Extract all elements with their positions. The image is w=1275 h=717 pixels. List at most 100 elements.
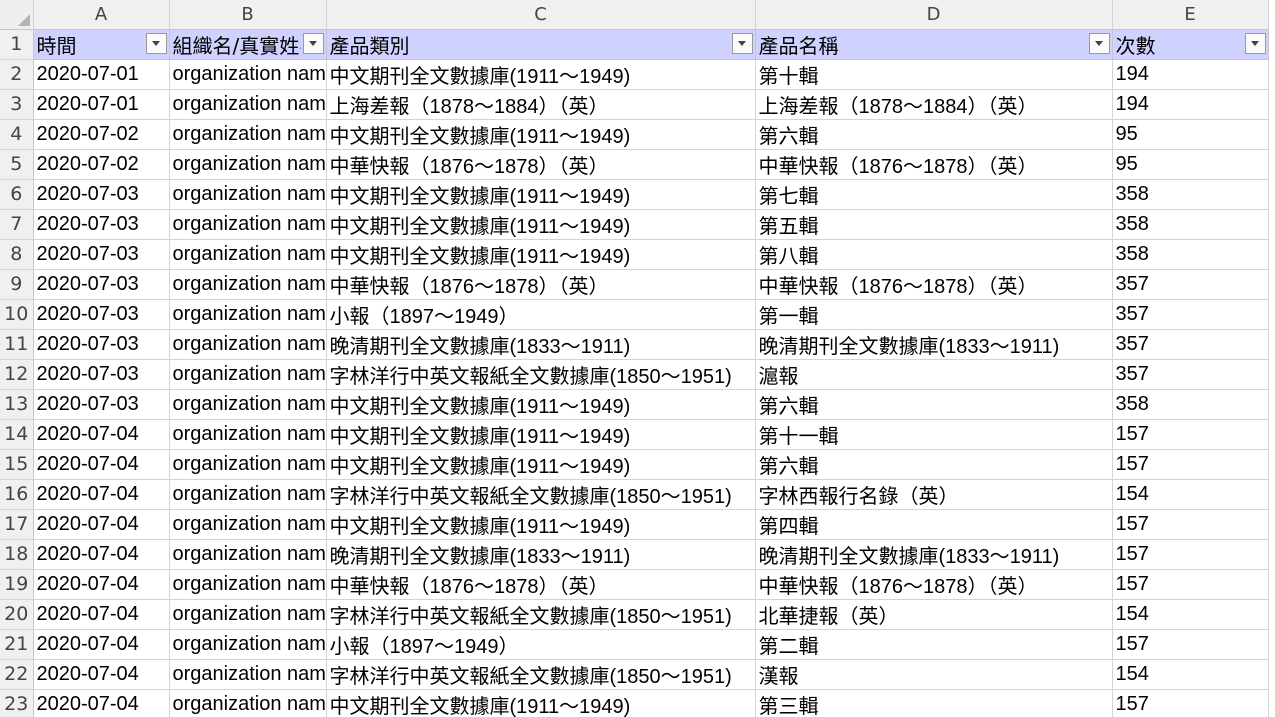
cell-organization[interactable]: organization name (169, 659, 327, 690)
header-cell-count[interactable]: 次數 (1112, 29, 1269, 60)
cell-date[interactable]: 2020-07-03 (33, 299, 170, 330)
cell-organization[interactable]: organization name (169, 209, 327, 240)
row-heading[interactable]: 12 (0, 359, 34, 390)
cell-organization[interactable]: organization name (169, 419, 327, 450)
column-heading-c[interactable]: C (326, 0, 756, 30)
cell-product-name[interactable]: 第六輯 (755, 389, 1113, 420)
cell-organization[interactable]: organization name (169, 359, 327, 390)
row-heading[interactable]: 5 (0, 149, 34, 180)
cell-product-category[interactable]: 晚清期刊全文數據庫(1833～1911) (326, 329, 756, 360)
row-heading[interactable]: 6 (0, 179, 34, 210)
row-heading[interactable]: 15 (0, 449, 34, 480)
cell-product-category[interactable]: 中文期刊全文數據庫(1911～1949) (326, 689, 756, 717)
cell-count[interactable]: 358 (1112, 209, 1269, 240)
cell-count[interactable]: 357 (1112, 329, 1269, 360)
cell-product-category[interactable]: 中文期刊全文數據庫(1911～1949) (326, 209, 756, 240)
cell-date[interactable]: 2020-07-03 (33, 329, 170, 360)
cell-product-name[interactable]: 中華快報（1876～1878）（英） (755, 269, 1113, 300)
row-heading[interactable]: 11 (0, 329, 34, 360)
filter-dropdown-button[interactable] (1244, 32, 1266, 54)
cell-date[interactable]: 2020-07-04 (33, 509, 170, 540)
cell-product-name[interactable]: 字林西報行名錄（英） (755, 479, 1113, 510)
cell-count[interactable]: 157 (1112, 689, 1269, 717)
cell-product-category[interactable]: 字林洋行中英文報紙全文數據庫(1850～1951) (326, 479, 756, 510)
cell-product-category[interactable]: 字林洋行中英文報紙全文數據庫(1850～1951) (326, 359, 756, 390)
row-heading[interactable]: 21 (0, 629, 34, 660)
cell-count[interactable]: 157 (1112, 569, 1269, 600)
row-heading[interactable]: 3 (0, 89, 34, 120)
cell-count[interactable]: 154 (1112, 659, 1269, 690)
filter-dropdown-button[interactable] (145, 32, 167, 54)
cell-product-name[interactable]: 第六輯 (755, 119, 1113, 150)
cell-product-name[interactable]: 北華捷報（英） (755, 599, 1113, 630)
row-heading[interactable]: 18 (0, 539, 34, 570)
cell-product-name[interactable]: 晚清期刊全文數據庫(1833～1911) (755, 329, 1113, 360)
cell-date[interactable]: 2020-07-02 (33, 149, 170, 180)
row-heading[interactable]: 13 (0, 389, 34, 420)
cell-product-category[interactable]: 字林洋行中英文報紙全文數據庫(1850～1951) (326, 599, 756, 630)
row-heading[interactable]: 16 (0, 479, 34, 510)
cell-product-name[interactable]: 第十輯 (755, 59, 1113, 90)
cell-product-name[interactable]: 第二輯 (755, 629, 1113, 660)
cell-count[interactable]: 358 (1112, 179, 1269, 210)
cell-date[interactable]: 2020-07-04 (33, 449, 170, 480)
cell-date[interactable]: 2020-07-03 (33, 239, 170, 270)
cell-product-name[interactable]: 晚清期刊全文數據庫(1833～1911) (755, 539, 1113, 570)
cell-count[interactable]: 194 (1112, 89, 1269, 120)
cell-date[interactable]: 2020-07-04 (33, 629, 170, 660)
cell-count[interactable]: 194 (1112, 59, 1269, 90)
cell-date[interactable]: 2020-07-03 (33, 389, 170, 420)
cell-count[interactable]: 95 (1112, 149, 1269, 180)
cell-organization[interactable]: organization name (169, 389, 327, 420)
cell-count[interactable]: 157 (1112, 629, 1269, 660)
cell-count[interactable]: 154 (1112, 479, 1269, 510)
cell-date[interactable]: 2020-07-04 (33, 479, 170, 510)
cell-product-category[interactable]: 中文期刊全文數據庫(1911～1949) (326, 449, 756, 480)
filter-dropdown-button[interactable] (731, 32, 753, 54)
filter-dropdown-button[interactable] (1088, 32, 1110, 54)
cell-date[interactable]: 2020-07-04 (33, 569, 170, 600)
cell-count[interactable]: 157 (1112, 539, 1269, 570)
cell-product-name[interactable]: 第三輯 (755, 689, 1113, 717)
cell-product-name[interactable]: 第八輯 (755, 239, 1113, 270)
cell-date[interactable]: 2020-07-02 (33, 119, 170, 150)
cell-product-category[interactable]: 中華快報（1876～1878）（英） (326, 569, 756, 600)
cell-product-category[interactable]: 中文期刊全文數據庫(1911～1949) (326, 239, 756, 270)
row-heading[interactable]: 17 (0, 509, 34, 540)
cell-product-name[interactable]: 第十一輯 (755, 419, 1113, 450)
cell-product-name[interactable]: 中華快報（1876～1878）（英） (755, 569, 1113, 600)
cell-count[interactable]: 95 (1112, 119, 1269, 150)
row-heading[interactable]: 4 (0, 119, 34, 150)
cell-organization[interactable]: organization name (169, 539, 327, 570)
row-heading[interactable]: 1 (0, 29, 34, 60)
cell-product-name[interactable]: 第四輯 (755, 509, 1113, 540)
cell-product-name[interactable]: 漢報 (755, 659, 1113, 690)
cell-organization[interactable]: organization name (169, 89, 327, 120)
cell-count[interactable]: 357 (1112, 269, 1269, 300)
cell-product-category[interactable]: 小報（1897～1949） (326, 629, 756, 660)
cell-organization[interactable]: organization name (169, 479, 327, 510)
cell-product-category[interactable]: 中華快報（1876～1878）（英） (326, 149, 756, 180)
row-heading[interactable]: 10 (0, 299, 34, 330)
select-all-button[interactable] (0, 0, 34, 30)
cell-count[interactable]: 358 (1112, 389, 1269, 420)
cell-product-category[interactable]: 字林洋行中英文報紙全文數據庫(1850～1951) (326, 659, 756, 690)
cell-product-category[interactable]: 上海差報（1878～1884）（英） (326, 89, 756, 120)
cell-product-name[interactable]: 第七輯 (755, 179, 1113, 210)
cell-date[interactable]: 2020-07-04 (33, 419, 170, 450)
cell-organization[interactable]: organization name (169, 329, 327, 360)
cell-product-name[interactable]: 中華快報（1876～1878）（英） (755, 149, 1113, 180)
cell-organization[interactable]: organization name (169, 239, 327, 270)
cell-product-category[interactable]: 中文期刊全文數據庫(1911～1949) (326, 389, 756, 420)
cell-date[interactable]: 2020-07-04 (33, 599, 170, 630)
cell-count[interactable]: 357 (1112, 359, 1269, 390)
cell-date[interactable]: 2020-07-04 (33, 689, 170, 717)
cell-organization[interactable]: organization name (169, 449, 327, 480)
cell-count[interactable]: 358 (1112, 239, 1269, 270)
cell-product-category[interactable]: 中文期刊全文數據庫(1911～1949) (326, 179, 756, 210)
header-cell-time[interactable]: 時間 (33, 29, 170, 60)
cell-date[interactable]: 2020-07-03 (33, 269, 170, 300)
row-heading[interactable]: 22 (0, 659, 34, 690)
header-cell-category[interactable]: 產品類別 (326, 29, 756, 60)
cell-product-name[interactable]: 第五輯 (755, 209, 1113, 240)
